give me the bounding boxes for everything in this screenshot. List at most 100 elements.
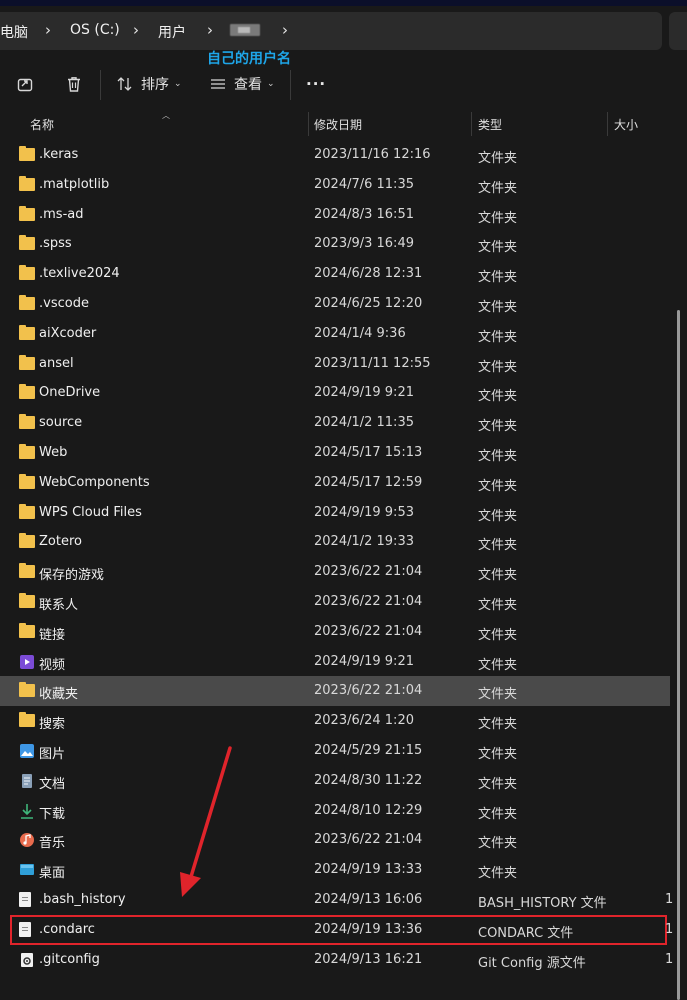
file-date: 2024/9/19 13:33 [314, 862, 423, 878]
file-row[interactable]: Web 2024/5/17 15:13 文件夹 [0, 438, 668, 468]
column-divider[interactable] [607, 112, 608, 136]
file-type: 文件夹 [478, 597, 518, 613]
column-header-size[interactable]: 大小 [614, 116, 638, 133]
file-row[interactable]: source 2024/1/2 11:35 文件夹 [0, 408, 668, 438]
file-date: 2024/7/6 11:35 [314, 176, 414, 192]
chevron-down-icon: ⌄ [174, 79, 182, 89]
file-type: CONDARC 文件 [478, 925, 574, 941]
video-icon [19, 654, 35, 670]
file-date: 2024/9/13 16:06 [314, 891, 423, 907]
file-row[interactable]: 文档 2024/8/30 11:22 文件夹 [0, 766, 668, 796]
file-type: 文件夹 [478, 478, 518, 494]
file-row[interactable]: WebComponents 2024/5/17 12:59 文件夹 [0, 468, 668, 498]
file-row[interactable]: .texlive2024 2024/6/28 12:31 文件夹 [0, 259, 668, 289]
file-type: 文件夹 [478, 270, 518, 286]
file-row[interactable]: 桌面 2024/9/19 13:33 文件夹 [0, 855, 668, 885]
column-header-date[interactable]: 修改日期 [314, 116, 362, 133]
file-name: 视频 [39, 657, 66, 673]
file-date: 2024/5/17 15:13 [314, 444, 423, 460]
file-row[interactable]: 链接 2023/6/22 21:04 文件夹 [0, 617, 668, 647]
file-type: 文件夹 [478, 657, 518, 673]
view-button[interactable]: 查看 ⌄ [208, 70, 275, 98]
file-type: 文件夹 [478, 210, 518, 226]
folder-icon [19, 503, 35, 519]
column-divider[interactable] [471, 112, 472, 136]
file-type: Git Config 源文件 [478, 955, 586, 971]
file-row[interactable]: .matplotlib 2024/7/6 11:35 文件夹 [0, 170, 668, 200]
file-row[interactable]: 音乐 2023/6/22 21:04 文件夹 [0, 825, 668, 855]
breadcrumb-separator[interactable]: › [133, 21, 139, 39]
share-icon [15, 74, 35, 94]
search-box[interactable] [669, 12, 687, 50]
file-date: 2024/5/29 21:15 [314, 742, 423, 758]
file-row[interactable]: 视频 2024/9/19 9:21 文件夹 [0, 647, 668, 677]
file-row[interactable]: aiXcoder 2024/1/4 9:36 文件夹 [0, 319, 668, 349]
file-row[interactable]: 下载 2024/8/10 12:29 文件夹 [0, 796, 668, 826]
file-date: 2024/6/28 12:31 [314, 266, 423, 282]
file-row[interactable]: .gitconfig 2024/9/13 16:21 Git Config 源文件 1 [0, 945, 673, 975]
file-row[interactable]: WPS Cloud Files 2024/9/19 9:53 文件夹 [0, 498, 668, 528]
gitconfig-icon [19, 952, 35, 968]
file-name: .keras [39, 147, 79, 162]
file-date: 2023/6/22 21:04 [314, 832, 423, 848]
file-name: WebComponents [39, 474, 150, 490]
column-header-type[interactable]: 类型 [478, 116, 502, 133]
file-row[interactable]: Zotero 2024/1/2 19:33 文件夹 [0, 527, 668, 557]
column-header-name[interactable]: 名称 [30, 116, 54, 133]
desktop-icon [19, 862, 35, 878]
file-date: 2023/6/24 1:20 [314, 713, 414, 729]
breadcrumb-item-drive[interactable]: OS (C:) [70, 22, 120, 38]
file-type: 文件夹 [478, 359, 518, 375]
file-date: 2024/8/30 11:22 [314, 772, 423, 788]
breadcrumb-separator[interactable]: › [207, 21, 213, 39]
file-name: .vscode [39, 295, 89, 311]
toolbar-divider [100, 70, 101, 100]
file-row[interactable]: OneDrive 2024/9/19 9:21 文件夹 [0, 378, 668, 408]
file-type: 文件夹 [478, 389, 518, 405]
file-name: 搜索 [39, 717, 66, 733]
file-row[interactable]: 收藏夹 2023/6/22 21:04 文件夹 [0, 676, 670, 707]
file-name: 保存的游戏 [39, 568, 105, 584]
breadcrumb-item-username-blurred[interactable] [230, 24, 260, 36]
folder-icon [19, 294, 35, 310]
file-row[interactable]: 联系人 2023/6/22 21:04 文件夹 [0, 587, 668, 617]
folder-icon [19, 473, 35, 489]
breadcrumb-item-users[interactable]: 用户 [158, 22, 186, 42]
file-type: 文件夹 [478, 299, 518, 315]
file-row[interactable]: .ms-ad 2024/8/3 16:51 文件夹 [0, 200, 668, 230]
breadcrumb-item-computer[interactable]: 电脑 [0, 22, 28, 42]
sort-button[interactable]: 排序 ⌄ [115, 70, 182, 98]
delete-button[interactable] [64, 70, 84, 98]
file-row[interactable]: ansel 2023/11/11 12:55 文件夹 [0, 349, 668, 379]
folder-icon [19, 175, 35, 191]
file-date: 2023/6/22 21:04 [314, 683, 423, 699]
file-size: 1 [665, 891, 674, 907]
file-row[interactable]: .keras 2023/11/16 12:16 文件夹 [0, 140, 668, 170]
file-type: 文件夹 [478, 448, 518, 464]
column-header-row: 名称 修改日期 类型 大小 [0, 110, 687, 138]
column-divider[interactable] [308, 112, 309, 136]
file-row[interactable]: .spss 2023/9/3 16:49 文件夹 [0, 229, 668, 259]
file-type: 文件夹 [478, 776, 518, 792]
file-row[interactable]: 图片 2024/5/29 21:15 文件夹 [0, 736, 668, 766]
file-row[interactable]: 搜索 2023/6/24 1:20 文件夹 [0, 706, 668, 736]
sort-icon [115, 74, 135, 94]
toolbar-divider [290, 70, 291, 100]
file-type: 文件夹 [478, 180, 518, 196]
file-type: 文件夹 [478, 419, 518, 435]
file-row[interactable]: 保存的游戏 2023/6/22 21:04 文件夹 [0, 557, 668, 587]
file-row[interactable]: .condarc 2024/9/19 13:36 CONDARC 文件 1 [10, 914, 673, 945]
file-row[interactable]: .vscode 2024/6/25 12:20 文件夹 [0, 289, 668, 319]
vertical-scrollbar[interactable] [677, 310, 680, 1000]
file-name: source [39, 415, 83, 431]
file-date: 2023/6/22 21:04 [314, 623, 423, 639]
more-options-button[interactable]: ··· [306, 70, 326, 98]
folder-icon [19, 622, 35, 638]
file-row[interactable]: .bash_history 2024/9/13 16:06 BASH_HISTORY… [0, 885, 673, 915]
file-type: 文件夹 [478, 687, 518, 703]
folder-icon [19, 414, 35, 430]
file-date: 2024/1/2 19:33 [314, 534, 414, 550]
breadcrumb-separator[interactable]: › [282, 21, 288, 39]
breadcrumb-separator[interactable]: › [45, 21, 51, 39]
share-button[interactable] [15, 70, 35, 98]
